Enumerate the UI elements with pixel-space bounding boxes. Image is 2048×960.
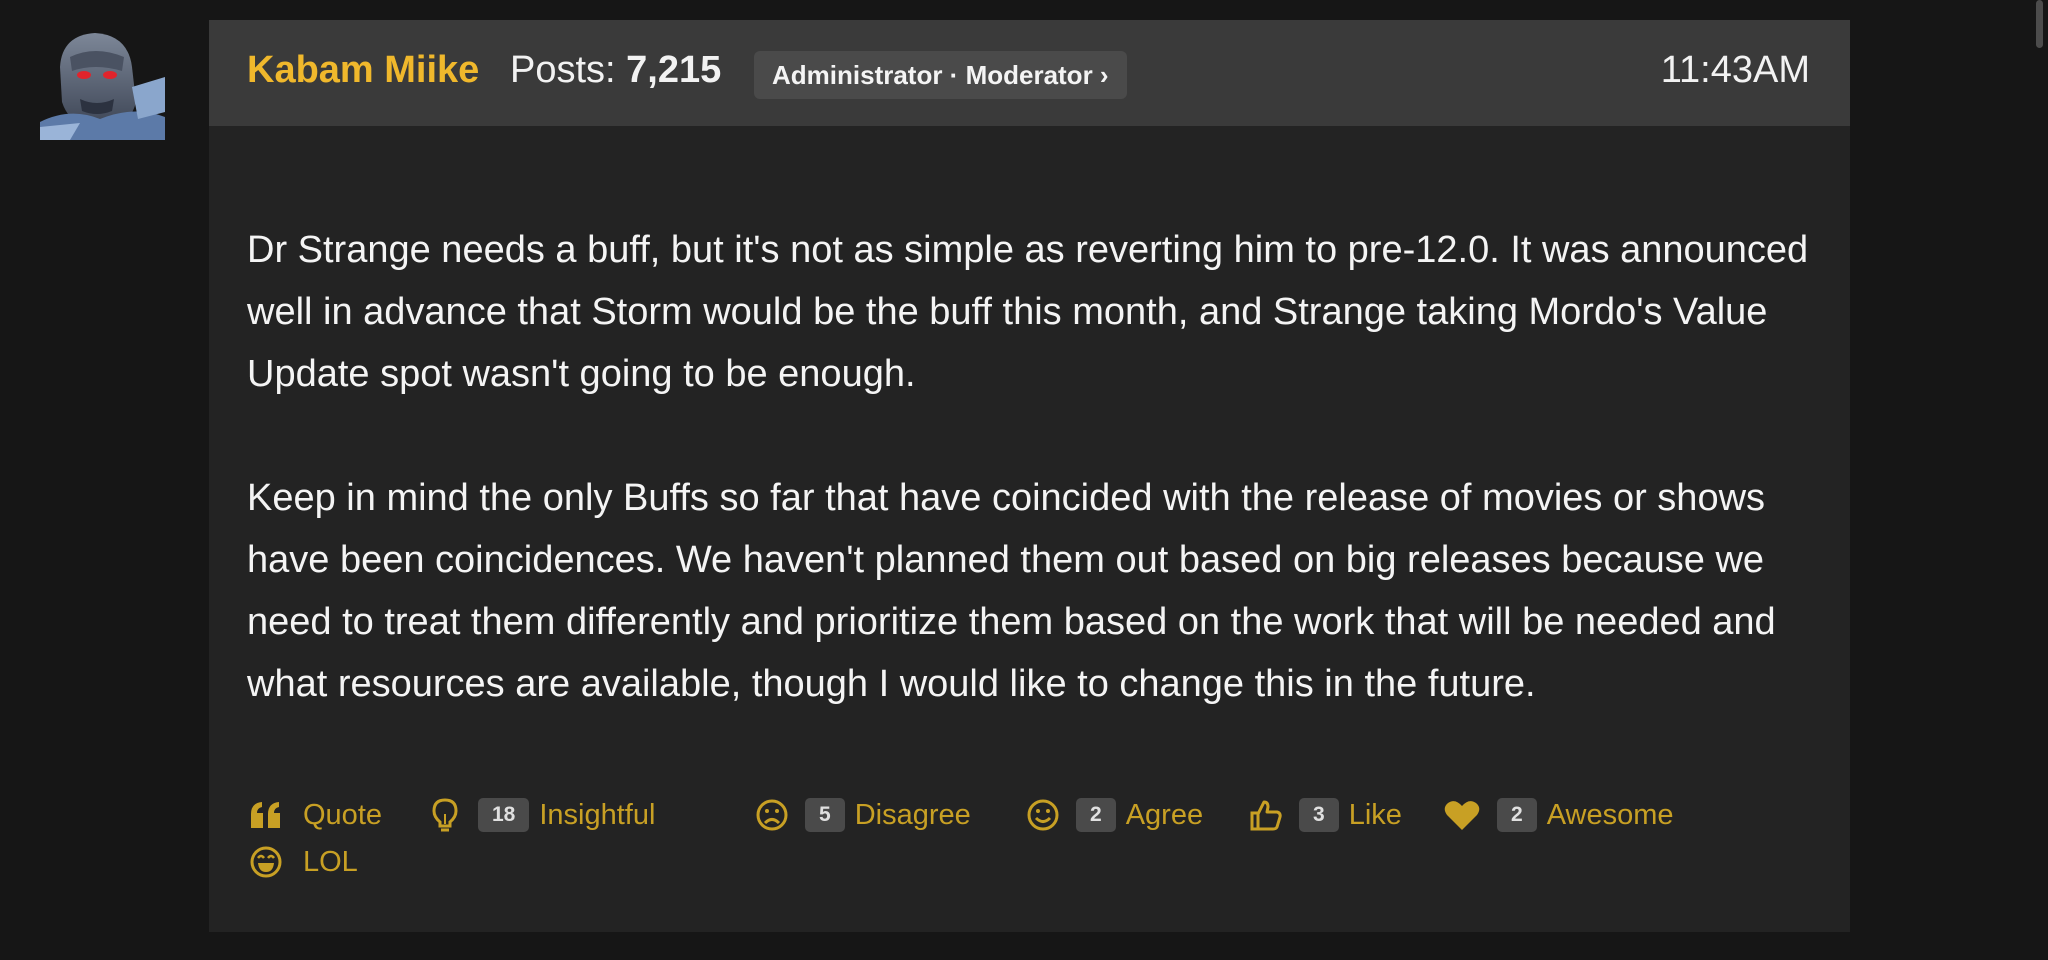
forum-post: Kabam Miike Posts: 7,215 Administrator ·… bbox=[209, 20, 1850, 932]
post-timestamp-link[interactable]: 11:43AM bbox=[1661, 49, 1810, 92]
frown-face-icon bbox=[753, 796, 791, 834]
post-paragraph: Dr Strange needs a buff, but it's not as… bbox=[247, 229, 1809, 395]
post-body: Dr Strange needs a buff, but it's not as… bbox=[247, 219, 1817, 777]
role-badge-link[interactable]: Administrator · Moderator › bbox=[754, 51, 1127, 99]
quote-label: Quote bbox=[303, 798, 382, 831]
insightful-button[interactable]: 18 Insightful bbox=[426, 792, 655, 838]
posts-count-value: 7,215 bbox=[626, 49, 722, 91]
lol-label: LOL bbox=[303, 845, 358, 878]
awesome-count: 2 bbox=[1497, 798, 1537, 832]
author-name-link[interactable]: Kabam Miike bbox=[247, 49, 479, 92]
insightful-count: 18 bbox=[478, 798, 530, 832]
disagree-label: Disagree bbox=[854, 798, 971, 831]
agree-label: Agree bbox=[1125, 798, 1204, 831]
quote-icon bbox=[247, 796, 285, 834]
heart-icon bbox=[1443, 796, 1481, 834]
posts-count-label: Posts: bbox=[510, 49, 627, 91]
post-paragraph: Keep in mind the only Buffs so far that … bbox=[247, 477, 1776, 705]
smile-face-icon bbox=[1024, 796, 1062, 834]
insightful-label: Insightful bbox=[539, 798, 656, 831]
like-count: 3 bbox=[1299, 798, 1339, 832]
awesome-label: Awesome bbox=[1546, 798, 1674, 831]
agree-count: 2 bbox=[1076, 798, 1116, 832]
agree-button[interactable]: 2 Agree bbox=[1024, 792, 1203, 838]
like-button[interactable]: 3 Like bbox=[1247, 792, 1402, 838]
awesome-button[interactable]: 2 Awesome bbox=[1443, 792, 1674, 838]
laughing-face-icon bbox=[247, 843, 285, 881]
disagree-count: 5 bbox=[805, 798, 845, 832]
user-avatar[interactable] bbox=[40, 27, 165, 140]
lol-button[interactable]: LOL bbox=[247, 839, 358, 885]
scrollbar-thumb[interactable] bbox=[2036, 0, 2043, 48]
like-label: Like bbox=[1348, 798, 1402, 831]
post-header: Kabam Miike Posts: 7,215 Administrator ·… bbox=[209, 20, 1850, 126]
posts-count: Posts: 7,215 bbox=[510, 49, 721, 92]
quote-button[interactable]: Quote bbox=[247, 792, 382, 838]
thumbs-up-icon bbox=[1247, 796, 1285, 834]
lightbulb-icon bbox=[426, 796, 464, 834]
disagree-button[interactable]: 5 Disagree bbox=[753, 792, 971, 838]
reaction-bar: Quote 18 Insightful 5 Disagree 2 Agree 3… bbox=[247, 792, 1837, 912]
